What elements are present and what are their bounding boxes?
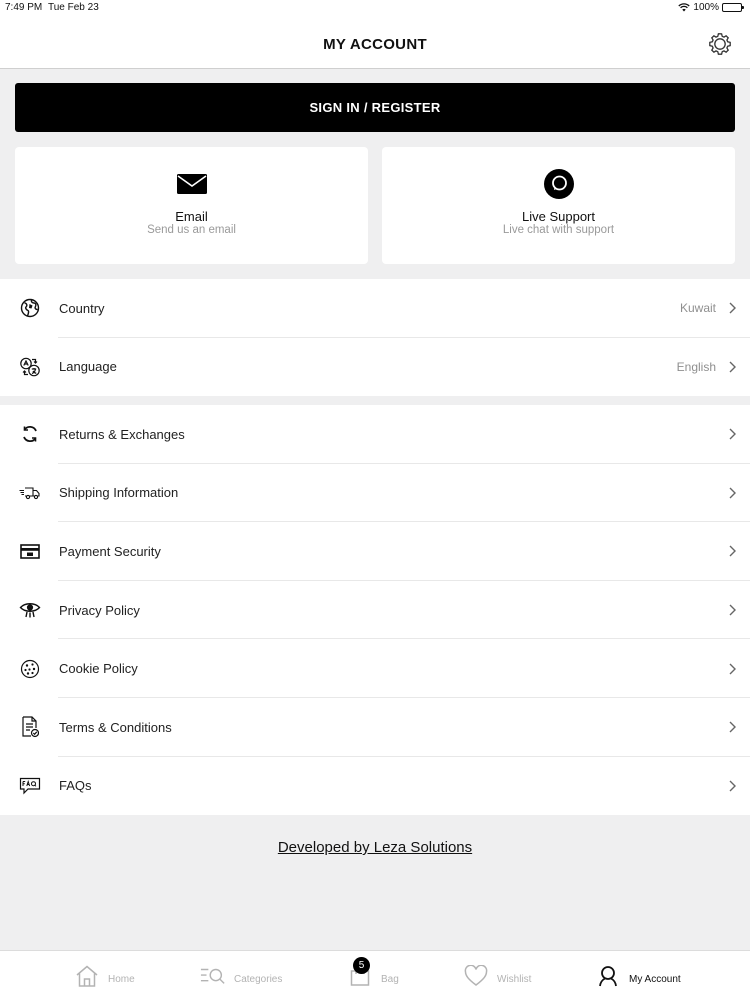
language-icon: [20, 357, 40, 377]
returns-exchanges-row[interactable]: Returns & Exchanges: [0, 405, 750, 464]
tab-wishlist[interactable]: Wishlist: [463, 961, 531, 991]
document-icon: [22, 716, 39, 738]
live-support-card-subtitle: Live chat with support: [502, 224, 615, 236]
privacy-policy-label: Privacy Policy: [59, 602, 140, 618]
payment-security-row[interactable]: Payment Security: [0, 522, 750, 581]
user-icon: [599, 966, 617, 987]
chevron-right-icon: [729, 545, 736, 557]
cookie-policy-label: Cookie Policy: [59, 661, 138, 677]
returns-exchanges-label: Returns & Exchanges: [59, 426, 185, 442]
tab-home-label: Home: [108, 973, 135, 985]
cookie-icon: [20, 659, 40, 678]
tab-home[interactable]: Home: [74, 961, 135, 991]
envelope-icon: [176, 174, 207, 194]
email-card-title: Email: [175, 209, 208, 224]
live-support-card[interactable]: Live Support Live chat with support: [382, 147, 735, 264]
shipping-information-row[interactable]: Shipping Information: [0, 464, 750, 523]
wifi-icon: [678, 3, 691, 12]
eye-icon: [19, 603, 41, 618]
cookie-policy-row[interactable]: Cookie Policy: [0, 639, 750, 698]
home-icon: [76, 965, 98, 987]
signin-register-button[interactable]: SIGN IN / REGISTER: [15, 83, 735, 132]
gear-icon: [709, 33, 731, 55]
terms-conditions-row[interactable]: Terms & Conditions: [0, 698, 750, 757]
chevron-right-icon: [729, 604, 736, 616]
battery-icon: [722, 3, 744, 12]
chevron-right-icon: [729, 428, 736, 440]
page-title: MY ACCOUNT: [323, 36, 427, 53]
tab-my-account[interactable]: My Account: [595, 961, 681, 991]
language-label: Language: [59, 359, 117, 375]
privacy-policy-row[interactable]: Privacy Policy: [0, 581, 750, 640]
tab-categories-label: Categories: [234, 973, 283, 985]
tab-bar: Home Categories 5 Bag Wishlist My Accoun…: [0, 950, 750, 1000]
country-row[interactable]: Country Kuwait: [0, 279, 750, 338]
chevron-right-icon: [729, 780, 736, 792]
categories-icon: [200, 968, 225, 984]
chevron-right-icon: [729, 721, 736, 733]
faq-icon: [19, 777, 41, 795]
refresh-icon: [23, 426, 37, 443]
developer-link[interactable]: Developed by Leza Solutions: [0, 839, 750, 856]
tab-wishlist-label: Wishlist: [497, 973, 532, 985]
battery-percent: 100%: [693, 2, 719, 13]
tab-my-account-label: My Account: [629, 973, 681, 985]
shipping-information-label: Shipping Information: [59, 485, 179, 501]
tab-bag[interactable]: 5 Bag: [347, 957, 399, 991]
bag-count-badge: 5: [353, 957, 370, 974]
language-row[interactable]: Language English: [0, 338, 750, 397]
tab-bag-label: Bag: [381, 973, 399, 985]
country-value: Kuwait: [679, 301, 716, 316]
globe-icon: [20, 299, 40, 318]
live-support-card-title: Live Support: [522, 209, 595, 224]
status-right: 100%: [678, 2, 744, 13]
chevron-right-icon: [729, 361, 736, 373]
truck-icon: [19, 487, 40, 500]
faqs-label: FAQs: [59, 778, 92, 794]
settings-group: Country Kuwait Language English: [0, 279, 750, 397]
status-bar: 7:49 PM Tue Feb 23 100%: [0, 0, 750, 16]
info-group: Returns & Exchanges Shipping Information…: [0, 405, 750, 816]
status-time: 7:49 PM: [5, 2, 43, 13]
nav-bar: MY ACCOUNT: [0, 16, 750, 69]
email-card[interactable]: Email Send us an email: [15, 147, 368, 264]
country-label: Country: [59, 300, 105, 316]
language-value: English: [676, 359, 716, 374]
email-card-subtitle: Send us an email: [147, 224, 236, 236]
chevron-right-icon: [729, 663, 736, 675]
status-date: Tue Feb 23: [48, 2, 99, 13]
terms-conditions-label: Terms & Conditions: [59, 719, 172, 735]
chevron-right-icon: [729, 302, 736, 314]
card-icon: [20, 544, 40, 559]
chevron-right-icon: [729, 487, 736, 499]
faqs-row[interactable]: FAQs: [0, 757, 750, 816]
payment-security-label: Payment Security: [59, 543, 161, 559]
settings-button[interactable]: [708, 32, 732, 56]
tab-categories[interactable]: Categories: [200, 961, 282, 991]
heart-icon: [464, 965, 488, 986]
chat-icon: [543, 169, 574, 199]
